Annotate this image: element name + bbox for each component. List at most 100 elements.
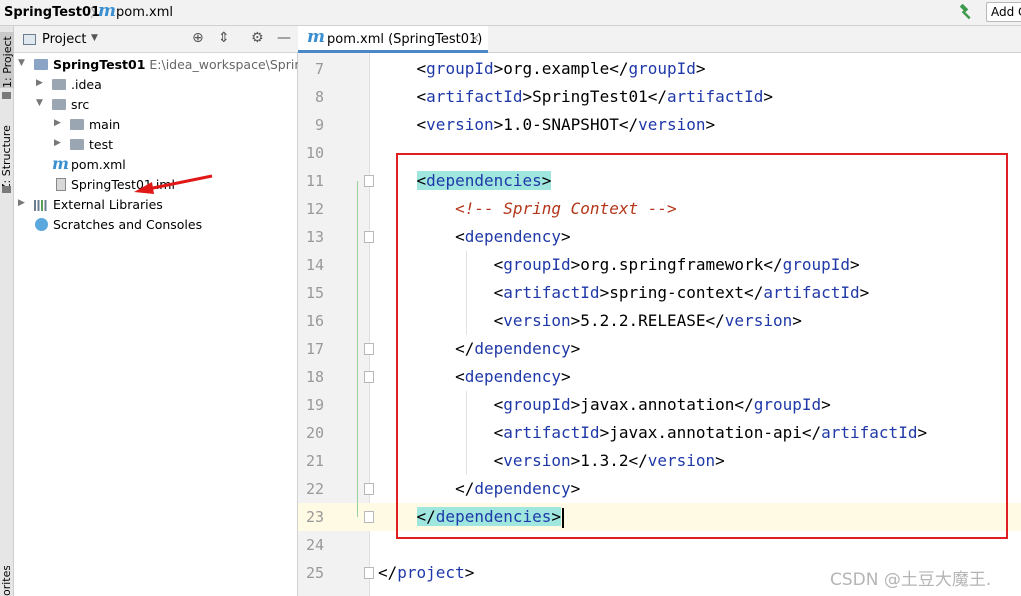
favorites-tool-tab[interactable]: orites (0, 566, 13, 596)
navigation-bar: SpringTest01 〉 m pom.xml Add C (0, 0, 1021, 26)
fold-marker-icon[interactable] (364, 343, 374, 355)
xml-tag-name: groupId (628, 59, 696, 78)
tree-item-label: .idea (71, 77, 102, 92)
code-line: 14 <groupId>org.springframework</groupId… (298, 251, 1021, 279)
folder-icon (52, 99, 66, 110)
expanded-arrow-icon[interactable]: ▼ (18, 58, 25, 68)
tree-item-main[interactable]: ▶ main (14, 115, 298, 135)
close-icon[interactable]: × (470, 31, 480, 45)
hammer-icon[interactable] (958, 4, 974, 20)
xml-tag-name: groupId (782, 255, 851, 274)
hide-panel-icon[interactable]: — (277, 30, 291, 46)
line-number: 20 (305, 424, 324, 442)
line-number: 16 (305, 312, 324, 330)
line-number: 9 (314, 116, 324, 134)
line-number: 24 (305, 536, 324, 554)
code-line: 9 <version>1.0-SNAPSHOT</version> (298, 111, 1021, 139)
project-view-icon (23, 34, 36, 45)
structure-tool-tab[interactable]: Z: Structure (0, 121, 13, 191)
module-path: E:\idea_workspace\SpringT (149, 57, 318, 72)
project-panel-header: Project ▼ ⊕ ⇕ ⚙ — (14, 26, 298, 53)
xml-tag-name: version (724, 311, 793, 330)
folder-icon (52, 79, 66, 90)
collapse-all-icon[interactable]: ⇕ (218, 30, 230, 46)
tree-item-idea[interactable]: ▶ .idea (14, 75, 298, 95)
code-text: </dependency> (455, 479, 581, 498)
code-text: </dependencies> (378, 503, 565, 531)
tree-item-pom-xml[interactable]: m pom.xml (14, 154, 298, 175)
collapsed-arrow-icon[interactable]: ▶ (18, 198, 25, 208)
code-line: 21 <version>1.3.2</version> (298, 447, 1021, 475)
fold-marker-icon[interactable] (364, 175, 374, 187)
xml-tag-name: dependencies (435, 507, 552, 526)
chevron-down-icon[interactable]: ▼ (91, 33, 98, 43)
locate-icon[interactable]: ⊕ (192, 30, 204, 46)
code-text: </project> (378, 563, 475, 582)
tree-item-external-libraries[interactable]: ▶ External Libraries (14, 195, 298, 215)
tree-item-scratches[interactable]: Scratches and Consoles (14, 215, 298, 235)
breadcrumb-file[interactable]: pom.xml (116, 5, 173, 20)
code-line: 15 <artifactId>spring-context</artifactI… (298, 279, 1021, 307)
tab-pom-xml[interactable]: m pom.xml (SpringTest01) × (298, 26, 488, 53)
code-text: <version>5.2.2.RELEASE</version> (493, 311, 802, 330)
indent-guide (466, 251, 467, 335)
code-text: <artifactId>SpringTest01</artifactId> (416, 87, 773, 106)
project-view-selector[interactable]: Project (42, 32, 86, 47)
code-text: <groupId>org.example</groupId> (416, 59, 706, 78)
fold-marker-icon[interactable] (364, 567, 374, 579)
project-panel: Project ▼ ⊕ ⇕ ⚙ — ▼ SpringTest01 E:\idea… (14, 26, 318, 596)
tree-item-label: main (89, 117, 121, 132)
editor-tab-bar: m pom.xml (SpringTest01) × (298, 26, 1021, 53)
breadcrumb-project[interactable]: SpringTest01 (4, 5, 100, 20)
tree-item-src[interactable]: ▼ src (14, 95, 298, 115)
gear-icon[interactable]: ⚙ (251, 30, 264, 46)
code-line: 24 (298, 531, 1021, 559)
xml-tag-name: version (647, 451, 716, 470)
line-number: 21 (305, 452, 324, 470)
code-line: 11 <dependencies> (298, 167, 1021, 195)
fold-marker-icon[interactable] (364, 231, 374, 243)
code-line: 16 <version>5.2.2.RELEASE</version> (298, 307, 1021, 335)
code-line: 22 </dependency> (298, 475, 1021, 503)
fold-marker-icon[interactable] (364, 511, 374, 523)
tree-item-label: src (71, 97, 90, 112)
tree-item-label: External Libraries (53, 197, 163, 212)
xml-tag-name: artifactId (667, 87, 764, 106)
line-number: 19 (305, 396, 324, 414)
xml-tag-name: artifactId (426, 87, 523, 106)
fold-marker-icon[interactable] (364, 371, 374, 383)
collapsed-arrow-icon[interactable]: ▶ (36, 78, 43, 88)
line-number: 10 (305, 144, 324, 162)
text-caret (562, 507, 565, 528)
module-folder-icon (34, 59, 48, 70)
code-line: 18 <dependency> (298, 363, 1021, 391)
code-editor[interactable]: 7 <groupId>org.example</groupId> 8 <artif… (298, 53, 1021, 596)
code-text: <dependency> (455, 367, 571, 386)
xml-tag-name: artifactId (503, 423, 600, 442)
code-line: 13 <dependency> (298, 223, 1021, 251)
xml-tag-name: dependency (474, 339, 571, 358)
add-configuration-button[interactable]: Add C (986, 2, 1021, 22)
line-number: 12 (305, 200, 324, 218)
project-tool-tab[interactable]: 1: Project (0, 32, 15, 88)
folder-icon (70, 139, 84, 150)
maven-file-icon: m (52, 154, 69, 173)
xml-tag-name: version (638, 115, 706, 134)
maven-file-icon: m (307, 27, 325, 47)
red-arrow-annotation (134, 174, 213, 194)
line-number: 17 (305, 340, 324, 358)
line-number: 15 (305, 284, 324, 302)
iml-file-icon (56, 178, 66, 191)
xml-comment: <!-- Spring Context --> (455, 199, 677, 218)
structure-strip-icon (2, 186, 11, 193)
code-text: <version>1.0-SNAPSHOT</version> (416, 115, 716, 134)
collapsed-arrow-icon[interactable]: ▶ (54, 138, 61, 148)
fold-marker-icon[interactable] (364, 483, 374, 495)
collapsed-arrow-icon[interactable]: ▶ (54, 118, 61, 128)
tree-item-label: test (89, 137, 114, 152)
expanded-arrow-icon[interactable]: ▼ (36, 98, 43, 108)
line-number: 23 (298, 503, 370, 531)
tree-item-springtest01[interactable]: ▼ SpringTest01 E:\idea_workspace\SpringT (14, 55, 318, 75)
watermark: CSDN @土豆大魔王. (830, 570, 992, 590)
tree-item-test[interactable]: ▶ test (14, 135, 298, 155)
